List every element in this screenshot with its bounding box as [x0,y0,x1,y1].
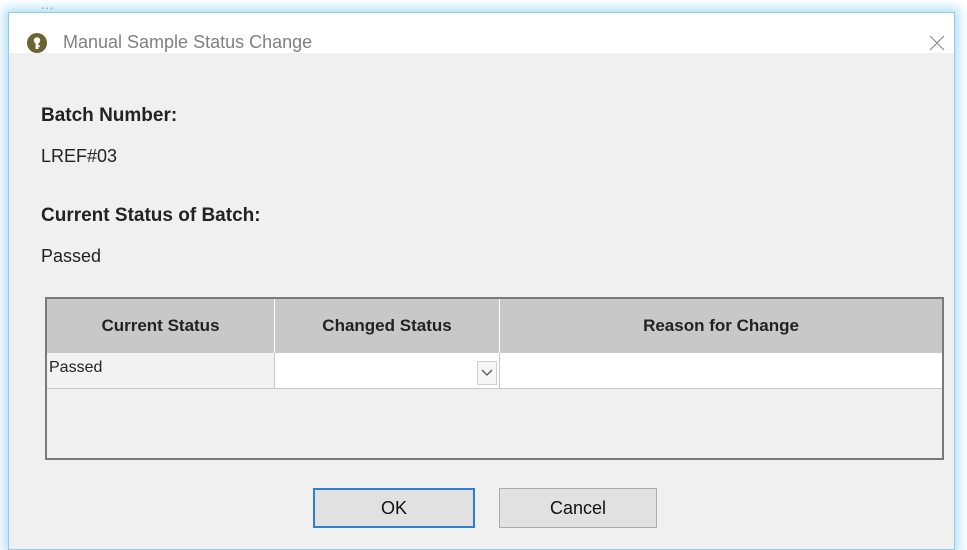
column-header-changed-status: Changed Status [275,299,500,353]
status-change-grid: Current Status Changed Status Reason for… [45,297,944,460]
key-icon [27,33,47,53]
current-status-cell: Passed [47,353,275,389]
current-status-value: Passed [41,246,102,266]
changed-status-select[interactable] [275,353,500,389]
window-title: Manual Sample Status Change [63,32,313,52]
column-header-reason-for-change: Reason for Change [643,316,799,335]
title-bar[interactable]: Manual Sample Status Change [9,13,954,53]
ok-button[interactable]: OK [313,488,475,528]
background-text: … [40,0,54,12]
current-status-label: Current Status of Batch: [41,205,261,226]
chevron-down-icon[interactable] [477,361,497,385]
table-row: Passed [47,353,942,389]
close-icon[interactable] [927,33,947,53]
reason-for-change-input[interactable] [500,353,942,389]
grid-header: Current Status Changed Status Reason for… [47,299,942,353]
batch-number-value: LREF#03 [41,146,118,166]
batch-number-label: Batch Number: [41,105,178,126]
cancel-button[interactable]: Cancel [499,488,657,528]
column-header-current-status: Current Status [47,299,275,353]
manual-sample-status-change-dialog: Manual Sample Status Change Batch Number… [8,12,955,550]
